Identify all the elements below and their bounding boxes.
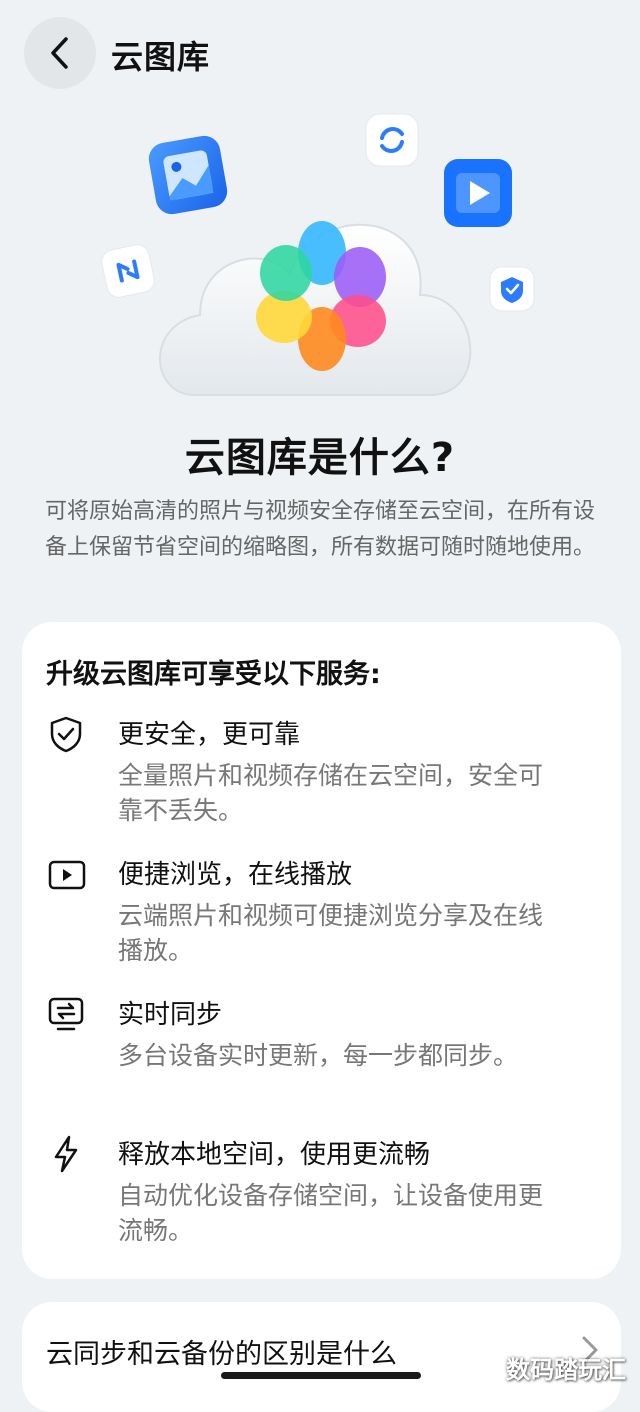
chevron-left-icon — [51, 37, 68, 69]
feature-title: 更安全，更可靠 — [118, 720, 301, 750]
play-icon — [48, 860, 86, 890]
feature-description: 全量照片和视频存储在云空间，安全可靠不丢失。 — [118, 761, 544, 825]
feature-description: 自动优化设备存储空间，让设备使用更流畅。 — [118, 1181, 544, 1245]
video-icon — [444, 159, 512, 227]
home-indicator[interactable] — [221, 1372, 421, 1379]
lightning-icon — [54, 1135, 78, 1173]
image-icon — [148, 135, 228, 215]
page-title: 云图库 — [111, 38, 211, 76]
feature-description: 多台设备实时更新，每一步都同步。 — [118, 1041, 519, 1070]
feature-title: 实时同步 — [118, 1000, 223, 1030]
feature-description: 云端照片和视频可便捷浏览分享及在线播放。 — [118, 901, 544, 965]
transfer-tile-icon — [101, 244, 155, 298]
hero-illustration — [0, 105, 640, 425]
sync-icon — [48, 997, 84, 1031]
hero-description: 可将原始高清的照片与视频安全存储至云空间，在所有设备上保留节省空间的缩略图，所有… — [44, 499, 595, 560]
sync-tile-icon — [365, 113, 419, 167]
watermark: 数码踏玩汇 — [506, 1356, 626, 1384]
feature-title: 释放本地空间，使用更流畅 — [118, 1140, 431, 1170]
faq-label: 云同步和云备份的区别是什么 — [46, 1339, 397, 1370]
services-title: 升级云图库可享受以下服务: — [46, 659, 381, 690]
shield-tile-icon — [489, 266, 535, 312]
feature-title: 便捷浏览，在线播放 — [118, 860, 353, 890]
back-button[interactable] — [24, 17, 96, 89]
hero-heading: 云图库是什么? — [184, 435, 456, 481]
shield-icon — [50, 716, 82, 753]
services-card: 升级云图库可享受以下服务: 更安全，更可靠 全量照片和视频存储在云空间，安全可靠… — [22, 622, 621, 1279]
